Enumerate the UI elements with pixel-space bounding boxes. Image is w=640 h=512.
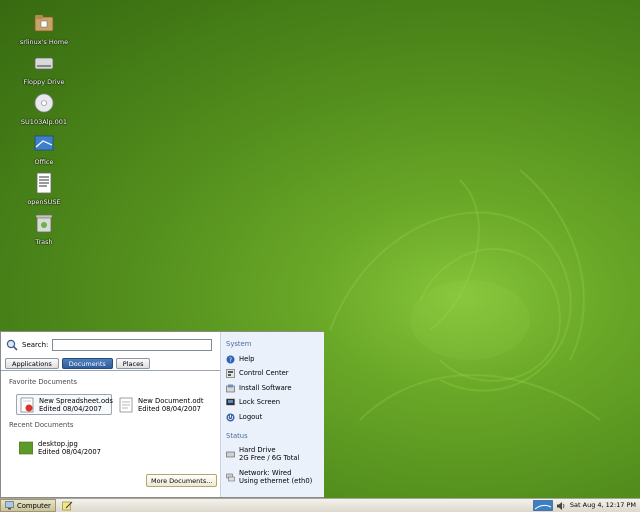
system-item-label: Help (239, 355, 255, 363)
document-icon (119, 397, 133, 412)
document-text: New Spreadsheet.ods Edited 08/04/2007 (39, 397, 113, 413)
desktop-icon-opensuse[interactable]: openSUSE (14, 172, 74, 206)
document-name: desktop.jpg (38, 439, 78, 448)
system-item-label: Lock Screen (239, 398, 281, 406)
system-item-control-center[interactable]: Control Center (226, 368, 289, 378)
tab-places[interactable]: Places (115, 358, 151, 369)
desktop-icon-floppy[interactable]: Floppy Drive (14, 52, 74, 86)
status-item-hard-drive[interactable]: Hard Drive 2G Free / 6G Total (226, 446, 299, 462)
status-item-title: Hard Drive (239, 446, 276, 454)
system-item-label: Install Software (239, 384, 292, 392)
office-icon (34, 135, 54, 151)
desktop-icon-trash[interactable]: Trash (14, 212, 74, 246)
document-text: New Document.odt Edited 08/04/2007 (138, 397, 204, 413)
install-software-icon (226, 384, 235, 392)
status-item-title: Network: Wired (239, 469, 292, 477)
system-pane: System ? Help Control Center Install Sof… (220, 332, 324, 497)
desktop-icon-label: SU103Alp.001 (20, 118, 68, 126)
document-edited: Edited 08/04/2007 (138, 404, 201, 413)
tab-documents[interactable]: Documents (61, 358, 113, 369)
computer-menu-button[interactable]: Computer (0, 499, 56, 512)
desktop-icon-office[interactable]: Office (14, 132, 74, 166)
system-item-label: Logout (239, 413, 263, 421)
opensuse-document-icon (36, 172, 52, 194)
desktop-icon-label: srlinux's Home (19, 38, 69, 46)
computer-menu-label: Computer (17, 501, 51, 510)
desktop-icon-label: openSUSE (27, 198, 61, 206)
desktop-icon-cd[interactable]: SU103Alp.001 (14, 92, 74, 126)
recent-documents-heading: Recent Documents (9, 421, 74, 429)
notes-launcher-icon[interactable] (61, 501, 73, 511)
help-icon: ? (226, 355, 235, 363)
system-item-logout[interactable]: Logout (226, 412, 262, 422)
status-item-detail: Using ethernet (eth0) (239, 477, 313, 485)
document-edited: Edited 08/04/2007 (38, 447, 101, 456)
network-icon (226, 473, 235, 482)
menu-tabs: Applications Documents Places (5, 358, 151, 369)
document-name: New Spreadsheet.ods (39, 396, 113, 405)
document-edited: Edited 08/04/2007 (39, 404, 102, 413)
desktop-icon-label: Floppy Drive (23, 78, 65, 86)
recent-document-item[interactable]: desktop.jpg Edited 08/04/2007 (16, 437, 116, 458)
computer-icon (5, 501, 14, 510)
system-item-label: Control Center (239, 369, 289, 377)
desktop-icon-home[interactable]: srlinux's Home (14, 12, 74, 46)
logout-icon (226, 413, 235, 421)
main-menu: Search: Applications Documents Places Fa… (0, 331, 324, 498)
favorite-document-item[interactable]: New Document.odt Edited 08/04/2007 (116, 394, 216, 415)
desktop-icon-label: Office (34, 158, 54, 166)
status-item-network[interactable]: Network: Wired Using ethernet (eth0) (226, 469, 312, 485)
tab-applications[interactable]: Applications (5, 358, 59, 369)
image-icon (19, 441, 33, 454)
system-heading: System (226, 340, 252, 348)
trash-icon (35, 214, 53, 233)
hard-drive-icon (226, 451, 235, 458)
desktop-icon-label: Trash (35, 238, 53, 246)
volume-icon[interactable] (556, 501, 566, 511)
more-documents-button[interactable]: More Documents... (146, 474, 218, 487)
cd-icon (34, 93, 54, 113)
favorite-document-item[interactable]: New Spreadsheet.ods Edited 08/04/2007 (16, 394, 113, 415)
status-item-text: Hard Drive 2G Free / 6G Total (239, 446, 299, 462)
search-label: Search: (22, 341, 49, 349)
lock-screen-icon (226, 398, 235, 405)
home-folder-icon (34, 15, 54, 32)
control-center-icon (226, 368, 235, 378)
document-text: desktop.jpg Edited 08/04/2007 (38, 440, 101, 456)
status-item-text: Network: Wired Using ethernet (eth0) (239, 469, 312, 485)
favorite-documents-heading: Favorite Documents (9, 378, 78, 386)
menu-documents-pane: Search: Applications Documents Places Fa… (1, 332, 220, 497)
document-name: New Document.odt (138, 396, 204, 405)
floppy-drive-icon (34, 57, 54, 70)
system-item-lock-screen[interactable]: Lock Screen (226, 397, 280, 407)
spreadsheet-icon (20, 397, 34, 412)
search-icon (6, 339, 18, 351)
network-status-icon[interactable] (533, 500, 553, 511)
search-input[interactable] (52, 339, 213, 351)
status-heading: Status (226, 432, 248, 440)
svg-text:?: ? (229, 356, 232, 363)
status-item-detail: 2G Free / 6G Total (239, 454, 300, 462)
search-row: Search: (6, 338, 216, 352)
taskbar: Computer Sat Aug 4, 12:17 PM (0, 498, 640, 512)
system-item-install-software[interactable]: Install Software (226, 383, 292, 393)
tabs-divider (1, 370, 220, 371)
system-item-help[interactable]: ? Help (226, 354, 255, 364)
taskbar-clock[interactable]: Sat Aug 4, 12:17 PM (570, 501, 636, 509)
